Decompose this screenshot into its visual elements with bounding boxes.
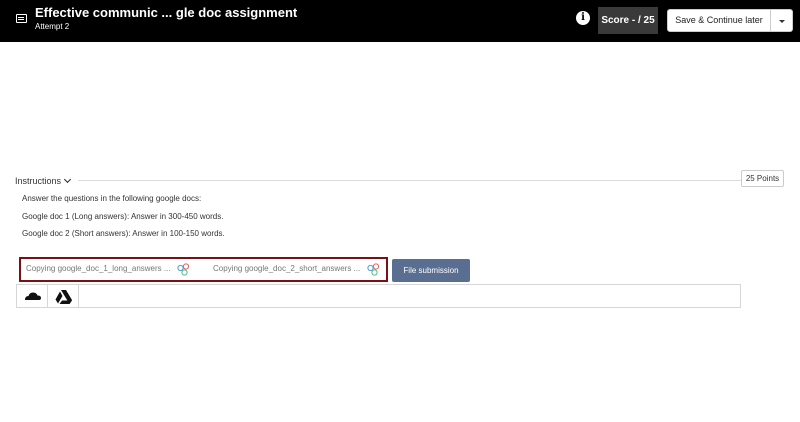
points-badge: 25 Points [741,170,784,187]
assignment-title: Effective communic ... gle doc assignmen… [35,5,298,20]
file-submission-button[interactable]: File submission [392,259,470,282]
file-item-google-doc-2[interactable]: Copying google_doc_2_short_answers ... [213,264,360,273]
top-bar: Effective communic ... gle doc assignmen… [0,0,800,42]
instruction-line: Google doc 1 (Long answers): Answer in 3… [22,212,224,221]
score-badge: Score - / 25 [598,7,658,34]
file-list: Copying google_doc_1_long_answers ... Co… [19,257,388,282]
google-docs-status-icon [367,263,380,276]
onedrive-icon [25,292,41,300]
save-options-dropdown[interactable] [771,9,793,32]
instruction-line: Answer the questions in the following go… [22,194,202,203]
info-icon[interactable]: i [576,11,590,25]
instruction-line: Google doc 2 (Short answers): Answer in … [22,229,225,238]
google-drive-icon [55,290,72,304]
instructions-toggle[interactable]: Instructions [15,175,72,186]
upload-toolbar [16,284,741,308]
attempt-label: Attempt 2 [35,22,70,31]
chevron-down-icon [63,175,72,184]
file-item-google-doc-1[interactable]: Copying google_doc_1_long_answers ... [26,264,171,273]
instructions-label: Instructions [15,176,62,186]
instructions-divider [78,180,742,181]
google-docs-status-icon [177,263,190,276]
save-continue-button[interactable]: Save & Continue later [667,9,771,32]
assignment-icon [16,14,27,23]
onedrive-button[interactable] [17,285,48,307]
google-drive-button[interactable] [48,285,79,307]
